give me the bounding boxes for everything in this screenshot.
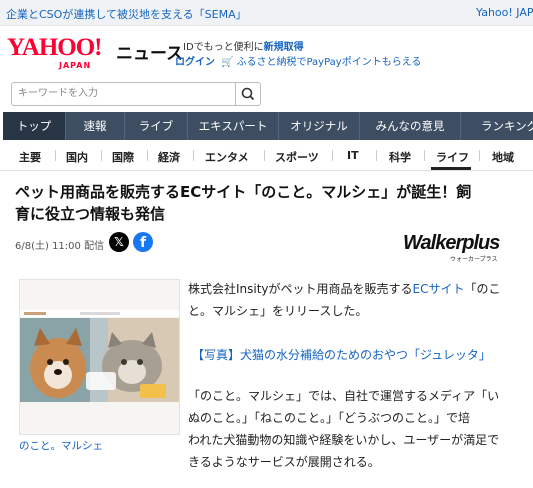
publisher-logo-sub: ウォーカープラス bbox=[450, 256, 498, 263]
snav-active-underline bbox=[431, 167, 471, 170]
article-title: ペット用商品を販売するECサイト「のこと。マルシェ」が誕生！飼 育に役立つ情報も… bbox=[15, 181, 523, 225]
snav-divider bbox=[424, 150, 425, 161]
gnav-original[interactable]: オリジナル bbox=[279, 112, 360, 140]
snav-it[interactable]: IT bbox=[347, 149, 359, 162]
photo-gallery-link[interactable]: 【写真】犬猫の水分補給のためのおやつ「ジュレッタ」 bbox=[192, 346, 491, 363]
snav-divider bbox=[332, 150, 333, 161]
global-nav: トップ 速報 ライブ エキスパート オリジナル みんなの意見 ランキング bbox=[3, 112, 533, 140]
snav-divider bbox=[376, 150, 377, 161]
snav-domestic[interactable]: 国内 bbox=[66, 149, 88, 165]
category-nav: 主要 国内 国際 経済 エンタメ スポーツ IT 科学 ライフ 地域 bbox=[0, 140, 533, 171]
snav-divider bbox=[55, 150, 56, 161]
x-icon: 𝕏 bbox=[114, 235, 124, 249]
ec-site-link[interactable]: ECサイト bbox=[413, 282, 465, 296]
snav-divider bbox=[193, 150, 194, 161]
cart-icon: 🛒 bbox=[221, 57, 234, 68]
gnav-ranking[interactable]: ランキング bbox=[461, 112, 533, 140]
p2-line1: 「のこと。マルシェ」では、自社で運営するメディア「い bbox=[188, 389, 500, 403]
p1-text-b: 「のこ bbox=[464, 282, 501, 296]
article-paragraph-1: 株式会社Insityがペット用商品を販売するECサイト「のこ と。マルシェ」をリ… bbox=[188, 278, 518, 322]
article-title-line2: 育に役立つ情報も発信 bbox=[15, 205, 166, 223]
logo-yahoo-text: YAHOO! bbox=[7, 34, 102, 61]
p2-line3: われた犬猫動物の知識や経験をいかし、ユーザーが満足で bbox=[188, 433, 500, 447]
article-paragraph-2: 「のこと。マルシェ」では、自社で運営するメディア「い ぬのこと。」「ねこのこと。… bbox=[188, 385, 518, 473]
news-logo[interactable]: ニュース bbox=[116, 39, 183, 64]
id-promo-text: IDでもっと便利に bbox=[183, 42, 264, 53]
site-header: YAHOO! JAPAN ニュース IDでもっと便利に新規取得 ログイン 🛒 ふるさ… bbox=[0, 26, 533, 76]
search-icon bbox=[241, 87, 255, 101]
gnav-live[interactable]: ライブ bbox=[125, 112, 188, 140]
snav-divider bbox=[147, 150, 148, 161]
p2-line4: きるようなサービスが展開される。 bbox=[188, 455, 380, 469]
article-photo[interactable] bbox=[19, 279, 180, 435]
snav-main[interactable]: 主要 bbox=[19, 149, 41, 165]
furusato-link[interactable]: ふるさと納税でPayPayポイントもらえる bbox=[236, 57, 421, 68]
pet-photo-image bbox=[20, 280, 179, 434]
top-headline-bar: 企業とCSOが連携して被災地を支える「SEMA」 Yahoo! JAPAN bbox=[0, 0, 533, 26]
share-facebook-button[interactable]: f bbox=[133, 232, 153, 252]
snav-life[interactable]: ライフ bbox=[436, 149, 469, 165]
gnav-top[interactable]: トップ bbox=[3, 112, 66, 140]
snav-world[interactable]: 国際 bbox=[112, 149, 134, 165]
p1-text-c: と。マルシェ」をリリースした。 bbox=[188, 304, 368, 318]
snav-divider bbox=[264, 150, 265, 161]
gnav-opinions[interactable]: みんなの意見 bbox=[360, 112, 461, 140]
logo-japan-text: JAPAN bbox=[59, 61, 92, 70]
article-title-line1: ペット用商品を販売するECサイト「のこと。マルシェ」が誕生！飼 bbox=[15, 183, 472, 201]
snav-economy[interactable]: 経済 bbox=[158, 149, 180, 165]
publish-date: 6/8(土) 11:00 配信 bbox=[15, 241, 105, 252]
p2-line2: ぬのこと。」「ねこのこと。」「どうぶつのこと。」で培 bbox=[188, 411, 471, 425]
signup-link[interactable]: 新規取得 bbox=[264, 42, 304, 53]
share-x-button[interactable]: 𝕏 bbox=[109, 232, 129, 252]
gnav-breaking[interactable]: 速報 bbox=[66, 112, 125, 140]
photo-caption[interactable]: のこと。マルシェ bbox=[19, 438, 103, 453]
search-input[interactable] bbox=[12, 83, 236, 103]
facebook-icon: f bbox=[139, 235, 147, 251]
search-button[interactable] bbox=[235, 83, 260, 105]
snav-divider bbox=[479, 150, 480, 161]
snav-divider bbox=[101, 150, 102, 161]
login-link[interactable]: ログイン bbox=[175, 57, 215, 68]
top-headline-link[interactable]: 企業とCSOが連携して被災地を支える「SEMA」 bbox=[6, 6, 247, 22]
yahoo-japan-link[interactable]: Yahoo! JAPAN bbox=[476, 6, 533, 19]
p1-text-a: 株式会社Insityがペット用商品を販売する bbox=[188, 282, 413, 296]
snav-sports[interactable]: スポーツ bbox=[275, 149, 319, 165]
search-box bbox=[11, 82, 261, 106]
gnav-expert[interactable]: エキスパート bbox=[188, 112, 279, 140]
publisher-logo[interactable]: Walkerplus bbox=[403, 232, 500, 255]
login-row: ログイン 🛒 ふるさと納税でPayPayポイントもらえる bbox=[175, 53, 421, 68]
snav-science[interactable]: 科学 bbox=[389, 149, 411, 165]
snav-region[interactable]: 地域 bbox=[492, 149, 514, 165]
id-promo: IDでもっと便利に新規取得 bbox=[183, 38, 304, 53]
snav-entertainment[interactable]: エンタメ bbox=[205, 149, 249, 165]
